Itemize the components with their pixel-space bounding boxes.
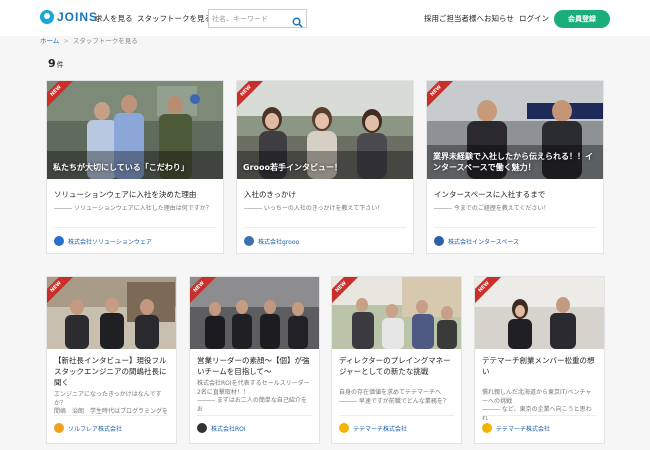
breadcrumb-home[interactable]: ホーム	[40, 37, 59, 45]
result-count-unit: 件	[56, 61, 64, 69]
card-photo: NEW	[475, 277, 604, 349]
nav-staff-talk[interactable]: スタッフトークを見る	[137, 13, 212, 24]
card-title: ディレクターのプレイングマネージャーとしての新たな挑戦	[339, 356, 451, 376]
breadcrumb-current: スタッフトークを見る	[72, 37, 138, 45]
card-description: ――― いっちーの入社のきっかけを教えて下さい！	[244, 205, 384, 212]
card-photo: NEW 業界未経験で入社したから伝えられる！！インタースペースで働く魅力！	[427, 81, 603, 179]
company-logo-icon	[434, 236, 444, 246]
company-name: 株式会社grooo	[258, 238, 300, 246]
logo-icon	[40, 10, 54, 24]
card-divider	[54, 227, 216, 228]
search-icon[interactable]	[292, 13, 303, 32]
result-count-number: 9	[48, 57, 56, 70]
staff-talk-card[interactable]: NEW 営業リーダーの素顔～【個】が強いチームを目指して～ 株式会社ROIを代表…	[189, 276, 320, 444]
company-name: 株式会社ROI	[211, 425, 246, 433]
logo-text: JOINS	[57, 10, 99, 24]
joins-logo[interactable]: JOINS	[40, 10, 98, 24]
company-name: テテマーチ株式会社	[496, 425, 551, 433]
card-title: 入社のきっかけ	[244, 190, 296, 199]
breadcrumb-separator-icon: >	[63, 37, 69, 45]
card-company[interactable]: 株式会社ソリューションウェア	[54, 236, 152, 246]
card-company[interactable]: 株式会社ROI	[197, 423, 246, 433]
nav-news[interactable]: お知らせ	[484, 13, 514, 24]
site-header: JOINS 求人を見る スタッフトークを見る 採用ご担当者様へ お知らせ ログイ…	[0, 0, 650, 36]
card-overlay-title: Grooo若手インタビュー！	[243, 163, 342, 172]
search-box	[208, 9, 307, 28]
card-overlay-title: 業界未経験で入社したから伝えられる！！インタースペースで働く魅力！	[433, 152, 593, 172]
search-input[interactable]	[212, 13, 290, 25]
staff-talk-card[interactable]: NEW Grooo若手インタビュー！ 入社のきっかけ ――― いっちーの入社のき…	[236, 80, 414, 254]
card-divider	[244, 227, 406, 228]
nav-login[interactable]: ログイン	[519, 13, 549, 24]
staff-talk-card[interactable]: NEW 私たちが大切にしている「こだわり」 ソリューションウェアに入社を決めた理…	[46, 80, 224, 254]
card-description: 株式会社ROIを代表するセールスリーダー2名に直撃取材！！ ――― まずはお二人…	[197, 380, 310, 413]
company-name: 株式会社ソリューションウェア	[68, 238, 152, 246]
card-photo: NEW	[332, 277, 461, 349]
card-overlay-title: 私たちが大切にしている「こだわり」	[53, 163, 189, 172]
company-name: 株式会社インタースペース	[448, 238, 519, 246]
card-company[interactable]: テテマーチ株式会社	[339, 423, 407, 433]
card-photo: NEW	[190, 277, 319, 349]
card-divider	[197, 415, 312, 416]
company-logo-icon	[244, 236, 254, 246]
card-company[interactable]: 株式会社grooo	[244, 236, 299, 246]
card-description: エンジニアになったきっかけはなんですか？ 間嶋 治朗 学生時代はプログラミングを	[54, 391, 169, 415]
card-description: 自身の存在価値を求めてテテマーチへ ――― 早速ですが前職でどんな業務を？	[339, 389, 449, 405]
company-name: テテマーチ株式会社	[353, 425, 408, 433]
card-title: テテマーチ創業メンバー松重の想い	[482, 356, 595, 376]
card-description: ――― 今までのご経歴を教えてください！	[434, 205, 550, 212]
card-company[interactable]: テテマーチ株式会社	[482, 423, 550, 433]
card-title: 【新社長インタビュー】現役フルスタックエンジニアの間嶋社長に聞く	[54, 356, 167, 387]
company-logo-icon	[197, 423, 207, 433]
company-logo-icon	[482, 423, 492, 433]
staff-talk-card[interactable]: NEW 業界未経験で入社したから伝えられる！！インタースペースで働く魅力！ イン…	[426, 80, 604, 254]
company-logo-icon	[54, 236, 64, 246]
card-title: ソリューションウェアに入社を決めた理由	[54, 190, 197, 199]
card-company[interactable]: ソルフレア株式会社	[54, 423, 122, 433]
card-title: 営業リーダーの素顔～【個】が強いチームを目指して～	[197, 356, 310, 376]
card-photo: NEW 私たちが大切にしている「こだわり」	[47, 81, 223, 179]
result-count: 9件	[48, 57, 64, 70]
company-logo-icon	[54, 423, 64, 433]
company-name: ソルフレア株式会社	[68, 425, 123, 433]
register-button[interactable]: 会員登録	[554, 10, 610, 28]
breadcrumb: ホーム > スタッフトークを見る	[40, 35, 138, 45]
nav-for-recruiters[interactable]: 採用ご担当者様へ	[424, 13, 484, 24]
card-company[interactable]: 株式会社インタースペース	[434, 236, 519, 246]
nav-jobs[interactable]: 求人を見る	[95, 13, 133, 24]
card-photo: NEW Grooo若手インタビュー！	[237, 81, 413, 179]
company-logo-icon	[339, 423, 349, 433]
staff-talk-card[interactable]: NEW ディレクターのプレイングマネージャーとしての新たな挑戦 自身の存在価値を…	[331, 276, 462, 444]
card-divider	[482, 415, 597, 416]
card-divider	[54, 415, 169, 416]
card-title: インタースペースに入社するまで	[434, 190, 546, 199]
staff-talk-card[interactable]: NEW 【新社長インタビュー】現役フルスタックエンジニアの間嶋社長に聞く エンジ…	[46, 276, 177, 444]
card-description: ――― ソリューションウェアに入社した理由は何ですか？	[54, 205, 212, 212]
staff-talk-card[interactable]: NEW テテマーチ創業メンバー松重の想い 慣れ親しんだ北海道から東京IT/ベンチ…	[474, 276, 605, 444]
card-divider	[434, 227, 596, 228]
card-description: 慣れ親しんだ北海道から東京IT/ベンチャーへの挑戦 ――― など、東京の企業へ向…	[482, 389, 592, 422]
card-photo: NEW	[47, 277, 176, 349]
card-divider	[339, 415, 454, 416]
